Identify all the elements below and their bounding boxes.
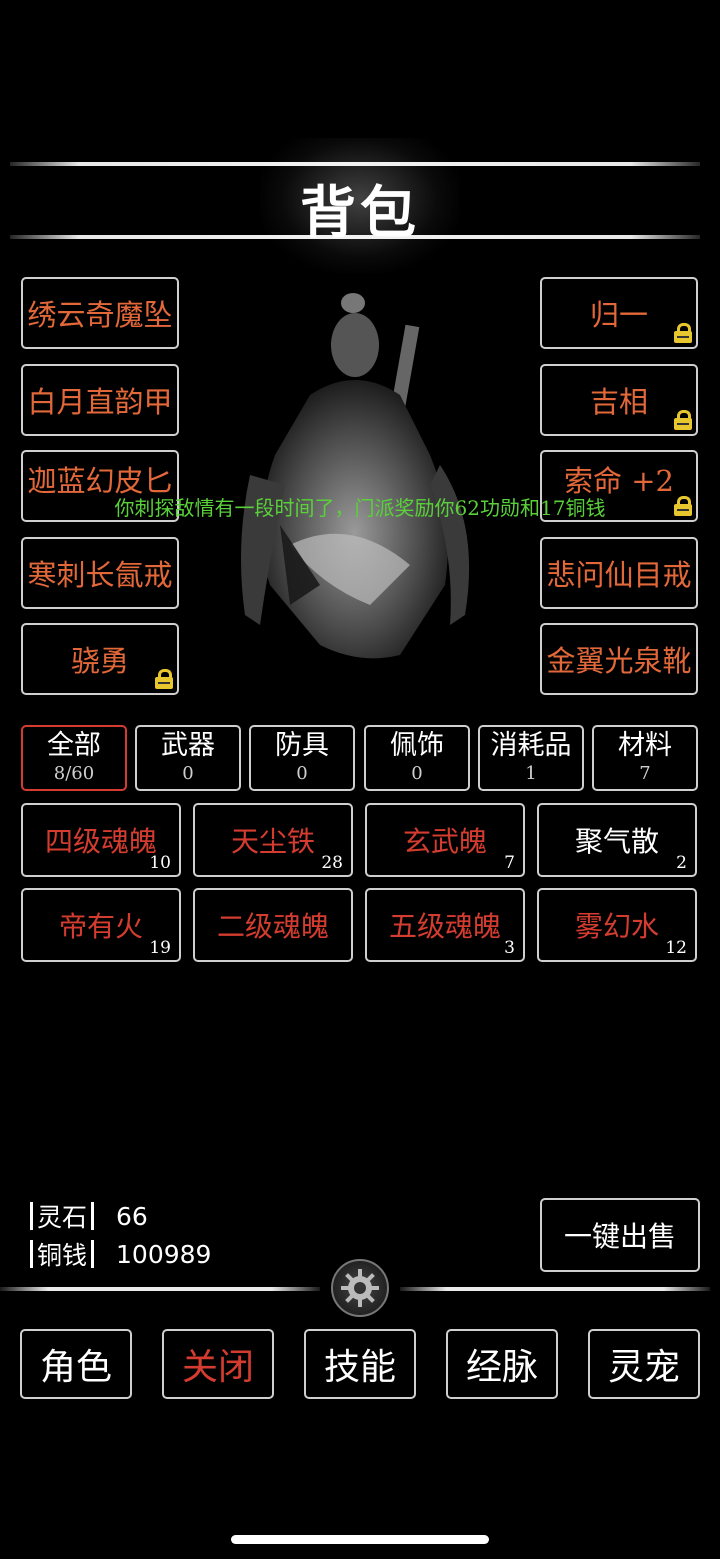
item-quantity: 7 [504, 853, 515, 873]
currency-label: 铜钱 [37, 1241, 88, 1270]
nav-pets-button[interactable]: 灵宠 [588, 1329, 700, 1399]
equip-slot-label: 寒刺长氤戒 [27, 558, 173, 592]
item-name: 天尘铁 [230, 825, 315, 858]
inventory-item[interactable]: 二级魂魄 [193, 888, 353, 962]
item-name: 二级魂魄 [216, 910, 329, 943]
tab-label: 全部 [47, 730, 101, 761]
equip-slot-label: 绣云奇魔坠 [27, 298, 173, 332]
tab-label: 佩饰 [390, 730, 444, 761]
spirit-stone-row: 灵石 66 [26, 1198, 148, 1234]
tab-label: 武器 [161, 730, 215, 761]
tab-materials[interactable]: 材料 7 [592, 725, 698, 791]
equip-slot-right-4[interactable]: 悲问仙目戒 [540, 537, 698, 609]
nav-skills-button[interactable]: 技能 [304, 1329, 416, 1399]
equip-slot-label: 白月直韵甲 [27, 385, 173, 419]
tab-count: 8/60 [53, 763, 95, 784]
equip-slot-label: 金翼光泉靴 [546, 644, 692, 678]
tab-count: 7 [639, 763, 651, 784]
tab-count: 0 [182, 763, 194, 784]
equip-slot-right-2[interactable]: 吉相 [540, 364, 698, 436]
lock-icon [155, 669, 173, 689]
equip-slot-right-1[interactable]: 归一 [540, 277, 698, 349]
header-top-rule [10, 162, 700, 166]
equip-slot-left-4[interactable]: 寒刺长氤戒 [21, 537, 179, 609]
tab-consumables[interactable]: 消耗品 1 [478, 725, 584, 791]
inventory-item[interactable]: 玄武魄 7 [365, 803, 525, 877]
item-quantity: 3 [504, 938, 515, 958]
item-quantity: 19 [149, 938, 171, 958]
copper-value: 100989 [116, 1239, 212, 1269]
nav-character-button[interactable]: 角色 [20, 1329, 132, 1399]
inventory-item[interactable]: 天尘铁 28 [193, 803, 353, 877]
equip-slot-right-5[interactable]: 金翼光泉靴 [540, 623, 698, 695]
inventory-item[interactable]: 五级魂魄 3 [365, 888, 525, 962]
tab-label: 材料 [618, 730, 672, 761]
inventory-item[interactable]: 四级魂魄 10 [21, 803, 181, 877]
tab-count: 0 [296, 763, 308, 784]
item-quantity: 12 [665, 938, 687, 958]
equip-slot-label: 骁勇 [70, 644, 129, 678]
item-name: 四级魂魄 [44, 825, 157, 858]
item-name: 聚气散 [574, 825, 659, 858]
tab-all[interactable]: 全部 8/60 [21, 725, 127, 791]
nav-close-button[interactable]: 关闭 [162, 1329, 274, 1399]
item-name: 雾幻水 [574, 910, 659, 943]
item-quantity: 28 [321, 853, 343, 873]
page-title: 背包 [300, 180, 420, 246]
character-figure-image [241, 293, 470, 659]
bracket-bar [30, 1240, 33, 1268]
item-name: 玄武魄 [402, 825, 487, 858]
footer-divider-right [400, 1287, 710, 1291]
system-notice: 你刺探敌情有一段时间了，门派奖励你62功勋和17铜钱 [114, 496, 606, 520]
lock-icon [674, 323, 692, 343]
spirit-stone-value: 66 [116, 1201, 148, 1231]
tab-label: 防具 [275, 730, 329, 761]
bracket-bar [91, 1202, 95, 1230]
currency-label: 灵石 [37, 1203, 88, 1232]
lock-icon [674, 410, 692, 430]
item-name: 帝有火 [58, 910, 143, 943]
tab-count: 1 [525, 763, 537, 784]
equip-slot-label: 悲问仙目戒 [546, 558, 692, 592]
tab-accessories[interactable]: 佩饰 0 [364, 725, 470, 791]
copper-row: 铜钱 100989 [26, 1236, 211, 1272]
bracket-bar [30, 1202, 33, 1230]
tab-weapons[interactable]: 武器 0 [135, 725, 241, 791]
equip-slot-left-2[interactable]: 白月直韵甲 [21, 364, 179, 436]
tab-count: 0 [411, 763, 423, 784]
item-name: 五级魂魄 [388, 910, 501, 943]
tab-label: 消耗品 [490, 730, 572, 761]
equip-slot-label: 归一 [589, 298, 648, 332]
inventory-item[interactable]: 聚气散 2 [537, 803, 697, 877]
home-indicator[interactable] [231, 1535, 489, 1544]
item-quantity: 10 [149, 853, 171, 873]
item-quantity: 2 [676, 853, 687, 873]
settings-gear-icon[interactable] [331, 1259, 389, 1317]
equip-slot-label: 吉相 [589, 385, 648, 419]
bracket-bar [91, 1240, 95, 1268]
equip-slot-left-5[interactable]: 骁勇 [21, 623, 179, 695]
sell-all-button[interactable]: 一键出售 [540, 1198, 700, 1272]
inventory-item[interactable]: 帝有火 19 [21, 888, 181, 962]
equip-slot-left-1[interactable]: 绣云奇魔坠 [21, 277, 179, 349]
footer-divider-left [0, 1287, 320, 1291]
inventory-item[interactable]: 雾幻水 12 [537, 888, 697, 962]
tab-armor[interactable]: 防具 0 [249, 725, 355, 791]
nav-meridians-button[interactable]: 经脉 [446, 1329, 558, 1399]
